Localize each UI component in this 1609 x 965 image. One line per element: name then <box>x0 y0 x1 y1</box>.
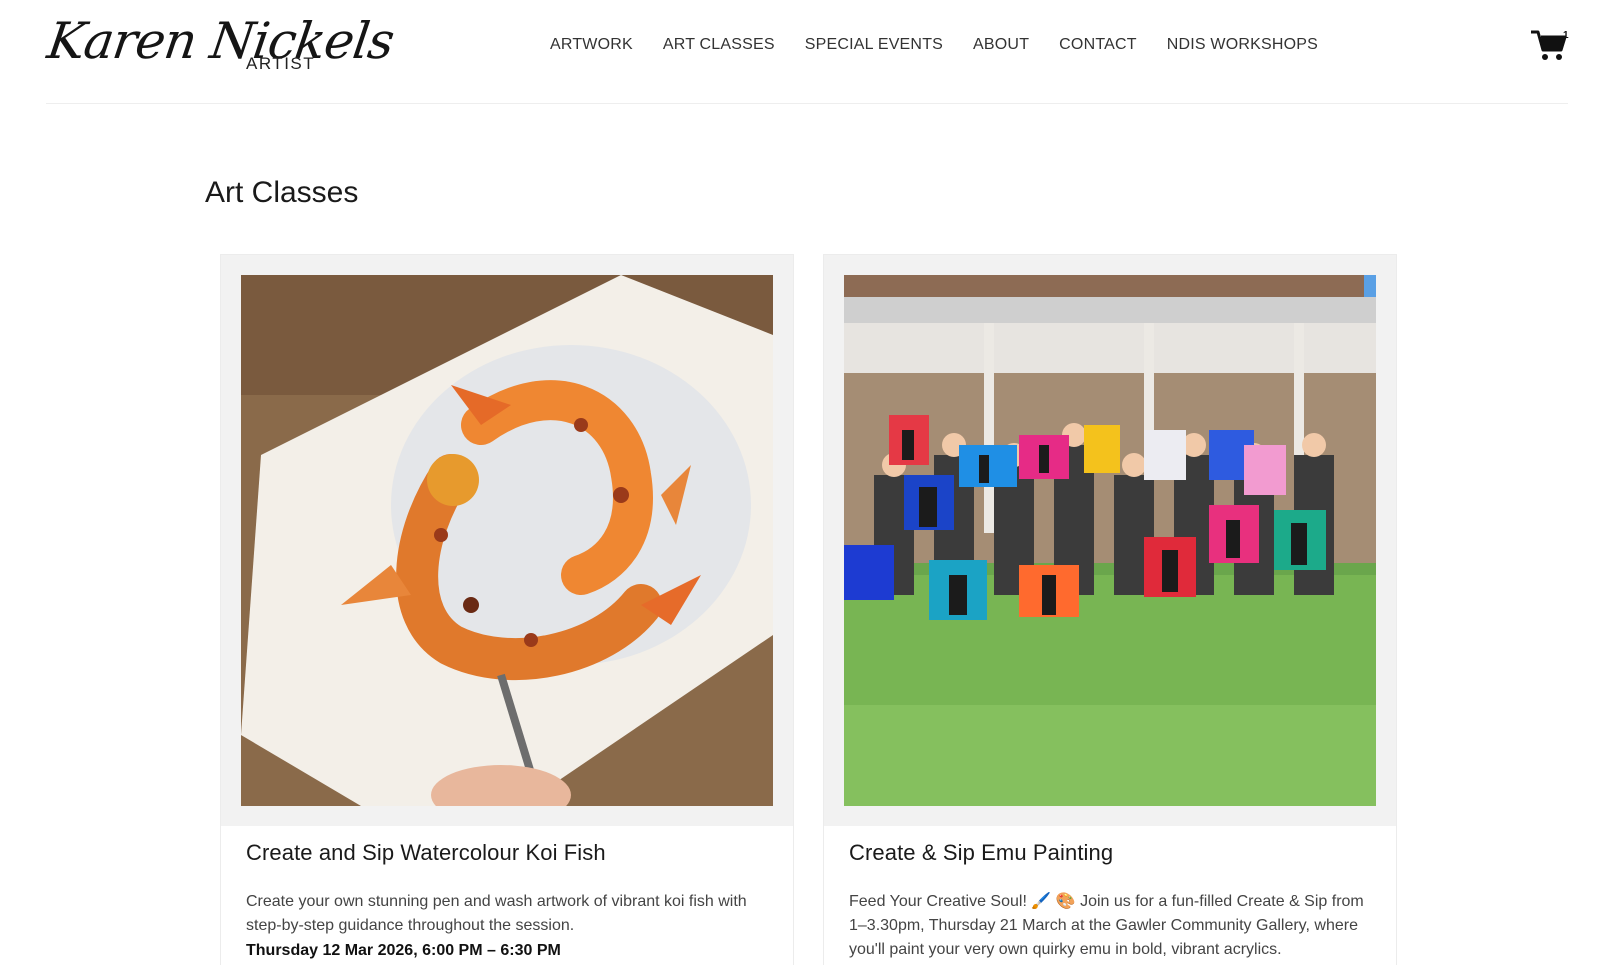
nav-item-about[interactable]: ABOUT <box>973 36 1029 54</box>
nav-item-artwork[interactable]: ARTWORK <box>550 36 633 54</box>
site-logo[interactable]: Karen Nickels ARTIST <box>44 8 397 88</box>
card-title[interactable]: Create & Sip Emu Painting <box>849 840 1369 866</box>
logo-artist-label: ARTIST <box>246 54 316 73</box>
card-description: Feed Your Creative Soul! 🖌️ 🎨 Join us fo… <box>849 893 1364 958</box>
card-body: Create & Sip Emu Painting Feed Your Crea… <box>849 840 1369 962</box>
card-body: Create and Sip Watercolour Koi Fish Crea… <box>246 840 766 960</box>
site-header: Karen Nickels ARTIST ARTWORK ART CLASSES… <box>44 0 1569 104</box>
main-nav: ARTWORK ART CLASSES SPECIAL EVENTS ABOUT… <box>550 36 1318 54</box>
card-image-frame <box>221 255 793 826</box>
card-title[interactable]: Create and Sip Watercolour Koi Fish <box>246 840 766 866</box>
logo-script-name: Karen Nickels <box>43 12 398 70</box>
class-card-koi[interactable]: Create and Sip Watercolour Koi Fish Crea… <box>220 254 794 965</box>
class-card-emu[interactable]: Create & Sip Emu Painting Feed Your Crea… <box>823 254 1397 965</box>
nav-item-contact[interactable]: CONTACT <box>1059 36 1137 54</box>
card-image-frame <box>824 255 1396 826</box>
emu-group-photo[interactable] <box>844 275 1376 806</box>
nav-item-art-classes[interactable]: ART CLASSES <box>663 36 775 54</box>
cart-count-badge: 1 <box>1563 30 1569 41</box>
card-date: Thursday 12 Mar 2026, 6:00 PM – 6:30 PM <box>246 942 561 959</box>
koi-painting-image[interactable] <box>241 275 773 806</box>
card-description: Create your own stunning pen and wash ar… <box>246 893 747 934</box>
page: Karen Nickels ARTIST ARTWORK ART CLASSES… <box>0 0 1609 965</box>
nav-item-special-events[interactable]: SPECIAL EVENTS <box>805 36 943 54</box>
nav-item-ndis-workshops[interactable]: NDIS WORKSHOPS <box>1167 36 1318 54</box>
page-title: Art Classes <box>205 176 359 209</box>
